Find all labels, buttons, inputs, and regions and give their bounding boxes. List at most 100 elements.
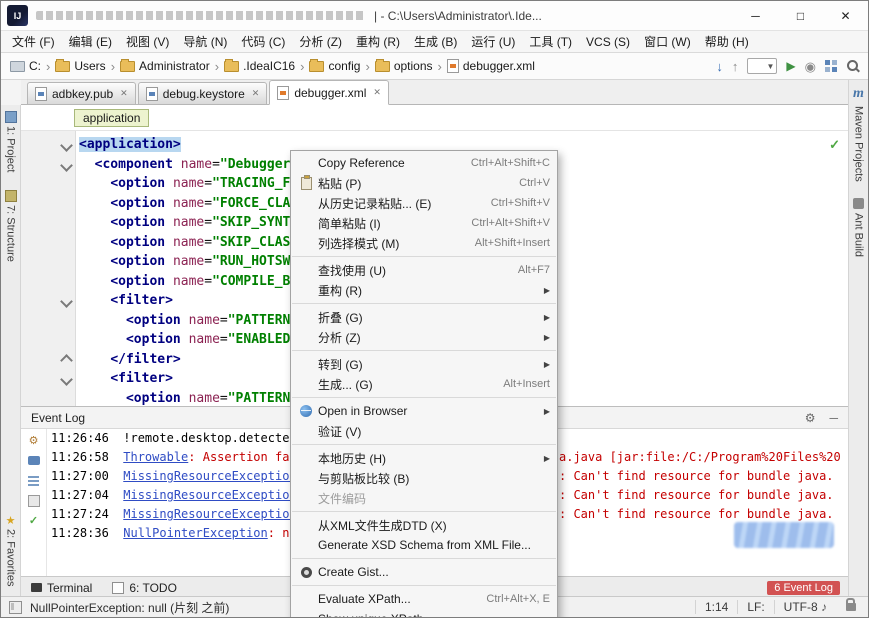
- menubar-item[interactable]: 窗口 (W): [637, 33, 698, 50]
- vcs-update-icon[interactable]: ↓: [716, 60, 723, 73]
- line-ending-indicator[interactable]: LF:: [737, 600, 773, 614]
- minimize-button[interactable]: ─: [733, 1, 778, 30]
- context-menu-item[interactable]: 折叠 (G)▶: [291, 307, 557, 327]
- menubar-item[interactable]: 运行 (U): [464, 33, 522, 50]
- menubar-item[interactable]: 视图 (V): [119, 33, 176, 50]
- context-menu-item[interactable]: Copy ReferenceCtrl+Alt+Shift+C: [291, 153, 557, 173]
- breadcrumb-item[interactable]: Administrator: [119, 59, 211, 73]
- editor-tab[interactable]: adbkey.pub✕: [27, 82, 136, 105]
- event-log-badge[interactable]: 6 Event Log: [767, 581, 840, 595]
- toolwindow-button-ant-build[interactable]: Ant Build: [853, 213, 865, 257]
- caret-position[interactable]: 1:14: [695, 600, 737, 614]
- toolwindow-button-project[interactable]: 1: Project: [5, 111, 17, 172]
- terminal-toolwindow-button[interactable]: Terminal: [31, 581, 92, 595]
- attach-debugger-icon[interactable]: ◉: [805, 60, 816, 73]
- context-menu-item[interactable]: Show unique XPath: [291, 609, 557, 618]
- menu-item-label: 与剪贴板比较 (B): [318, 470, 409, 487]
- todo-toolwindow-button[interactable]: 6: TODO: [112, 581, 177, 595]
- menu-item-label: 列选择模式 (M): [318, 235, 399, 252]
- toolwindow-button-favorites[interactable]: ★2: Favorites: [5, 514, 17, 586]
- fold-marker-icon[interactable]: [60, 354, 73, 367]
- maximize-button[interactable]: □: [778, 1, 823, 30]
- context-menu-item[interactable]: 从历史记录粘贴... (E)Ctrl+Shift+V: [291, 193, 557, 213]
- code-text: <application>: [79, 137, 181, 152]
- menubar-item[interactable]: 帮助 (H): [698, 33, 756, 50]
- menu-item-label: 分析 (Z): [318, 329, 361, 346]
- context-menu-item[interactable]: 查找使用 (U)Alt+F7: [291, 260, 557, 280]
- context-menu-item[interactable]: 简单粘贴 (I)Ctrl+Alt+Shift+V: [291, 213, 557, 233]
- tab-close-icon[interactable]: ✕: [373, 87, 381, 98]
- editor-tab[interactable]: debug.keystore✕: [138, 82, 268, 105]
- toolwindow-button-maven-projects[interactable]: Maven Projects: [853, 106, 865, 182]
- tab-close-icon[interactable]: ✕: [120, 88, 128, 99]
- status-message[interactable]: NullPointerException: null (片刻 之前): [30, 599, 229, 616]
- breadcrumb-item[interactable]: config: [308, 59, 361, 73]
- context-menu-item[interactable]: Open in Browser▶: [291, 401, 557, 421]
- log-settings-icon[interactable]: ⚙: [27, 434, 40, 447]
- editor-tab[interactable]: debugger.xml ✕: [269, 80, 389, 105]
- breadcrumb-item[interactable]: .IdeaIC16: [223, 59, 296, 73]
- encoding-indicator[interactable]: UTF-8 ♪: [774, 600, 836, 614]
- menubar-item[interactable]: 工具 (T): [522, 33, 579, 50]
- fold-marker-icon[interactable]: [60, 373, 73, 386]
- breadcrumb-item[interactable]: debugger.xml: [446, 59, 536, 73]
- settings-gear-icon[interactable]: ⚙: [805, 411, 816, 425]
- toolwindow-switcher-icon[interactable]: [9, 601, 22, 614]
- breadcrumb-item[interactable]: options: [374, 59, 434, 73]
- menu-item-label: 重构 (R): [318, 282, 362, 299]
- context-menu-item[interactable]: 转到 (G)▶: [291, 354, 557, 374]
- menu-item-label: 验证 (V): [318, 423, 361, 440]
- submenu-arrow-icon: ▶: [544, 313, 550, 322]
- toolwindow-button-structure[interactable]: 7: Structure: [5, 190, 17, 262]
- menubar-item[interactable]: 代码 (C): [234, 33, 292, 50]
- context-menu-item[interactable]: 生成... (G)Alt+Insert: [291, 374, 557, 394]
- close-button[interactable]: ✕: [823, 1, 868, 30]
- menubar-item[interactable]: 重构 (R): [349, 33, 407, 50]
- context-menu-item[interactable]: 本地历史 (H)▶: [291, 448, 557, 468]
- search-icon[interactable]: [846, 59, 860, 73]
- context-menu-item[interactable]: Create Gist...: [291, 562, 557, 582]
- menubar-item[interactable]: 导航 (N): [176, 33, 234, 50]
- tab-label: debugger.xml: [294, 86, 366, 100]
- run-configuration-combo[interactable]: ▼: [747, 58, 777, 74]
- menubar-item[interactable]: 生成 (B): [407, 33, 464, 50]
- fold-marker-icon[interactable]: [60, 159, 73, 172]
- context-menu-item[interactable]: Generate XSD Schema from XML File...: [291, 535, 557, 555]
- fold-marker-icon[interactable]: [60, 139, 73, 152]
- soft-wrap-icon[interactable]: [27, 474, 40, 487]
- exception-link[interactable]: NullPointerException: [123, 526, 268, 540]
- context-menu-item[interactable]: 从XML文件生成DTD (X): [291, 515, 557, 535]
- menubar-item[interactable]: 分析 (Z): [292, 33, 349, 50]
- menubar-item[interactable]: VCS (S): [579, 35, 637, 49]
- menu-item-shortcut: Ctrl+Alt+X, E: [486, 593, 550, 605]
- context-menu-item[interactable]: 重构 (R)▶: [291, 280, 557, 300]
- menubar-item[interactable]: 文件 (F): [5, 33, 62, 50]
- breadcrumb-item[interactable]: C:: [9, 59, 42, 73]
- tab-close-icon[interactable]: ✕: [252, 88, 260, 99]
- breadcrumb-item[interactable]: Users: [54, 59, 106, 73]
- context-menu-item[interactable]: 粘贴 (P)Ctrl+V: [291, 173, 557, 193]
- hide-panel-icon[interactable]: ─: [829, 411, 838, 425]
- exception-link[interactable]: MissingResourceException: [123, 488, 296, 502]
- menubar: 文件 (F)编辑 (E)视图 (V)导航 (N)代码 (C)分析 (Z)重构 (…: [1, 31, 868, 53]
- menu-item-label: 从XML文件生成DTD (X): [318, 517, 447, 534]
- balloon-icon[interactable]: [27, 454, 40, 467]
- context-menu-item[interactable]: 列选择模式 (M)Alt+Shift+Insert: [291, 233, 557, 253]
- xml-breadcrumb-chip[interactable]: application: [74, 109, 149, 127]
- vcs-commit-icon[interactable]: ↑: [732, 60, 739, 73]
- run-icon[interactable]: ▶: [786, 59, 795, 73]
- context-menu-item[interactable]: 分析 (Z)▶: [291, 327, 557, 347]
- context-menu-item[interactable]: Evaluate XPath...Ctrl+Alt+X, E: [291, 589, 557, 609]
- menu-separator: [292, 350, 556, 351]
- context-menu-item[interactable]: 验证 (V): [291, 421, 557, 441]
- menu-item-label: 从历史记录粘贴... (E): [318, 195, 431, 212]
- context-menu-item[interactable]: 与剪贴板比较 (B): [291, 468, 557, 488]
- exception-link[interactable]: MissingResourceException: [123, 469, 296, 483]
- fold-marker-icon[interactable]: [60, 295, 73, 308]
- menubar-item[interactable]: 编辑 (E): [62, 33, 119, 50]
- exception-link[interactable]: MissingResourceException: [123, 507, 296, 521]
- project-structure-icon[interactable]: [825, 60, 837, 72]
- clear-log-icon[interactable]: [27, 494, 40, 507]
- mark-read-icon[interactable]: ✓: [27, 514, 40, 527]
- exception-link[interactable]: Throwable: [123, 450, 188, 464]
